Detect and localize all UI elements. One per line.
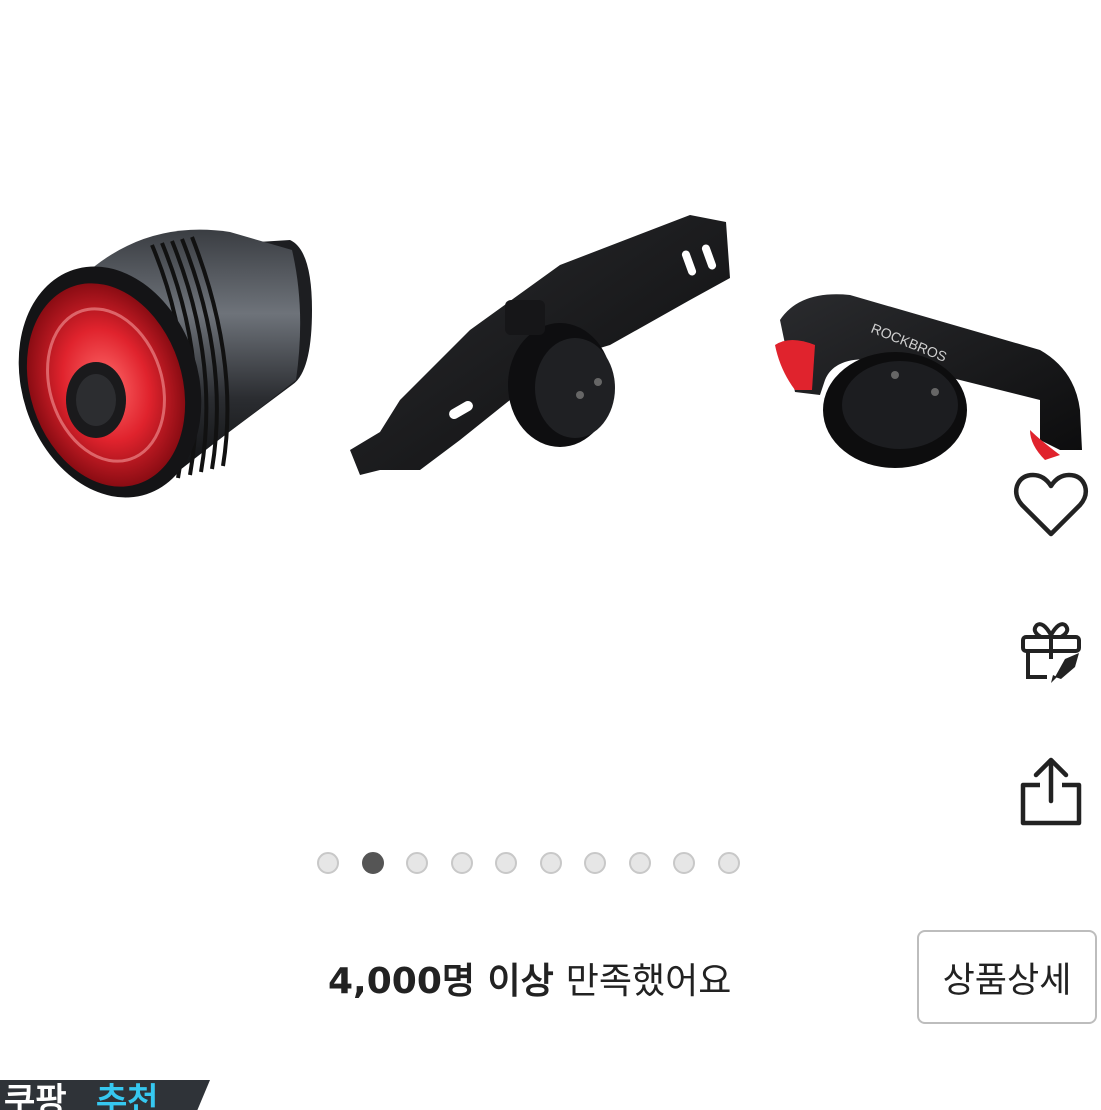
- carousel-dot[interactable]: [317, 852, 339, 874]
- coupang-recommend-badge: 쿠팡 추천: [0, 1080, 210, 1110]
- product-image[interactable]: ROCKBROS: [0, 0, 1101, 840]
- strap-bracket: [350, 215, 730, 475]
- carousel-dot[interactable]: [450, 852, 473, 874]
- carousel-dot[interactable]: [628, 852, 651, 874]
- satisfied-label: 만족했어요: [565, 961, 732, 1002]
- carousel-dot[interactable]: [361, 852, 384, 874]
- carousel-dot[interactable]: [406, 852, 428, 874]
- satisfied-count: 4,000명 이상: [328, 961, 554, 1002]
- product-detail-button[interactable]: 상품상세: [917, 930, 1097, 1024]
- gift-rocket-icon: [1021, 622, 1081, 683]
- gift-button[interactable]: [1001, 601, 1101, 701]
- heart-icon: [1013, 472, 1089, 537]
- badge-part2: 추천: [96, 1081, 159, 1110]
- rail-bracket: ROCKBROS: [775, 294, 1082, 468]
- taillight: [18, 229, 312, 498]
- carousel-pagination: [317, 852, 740, 878]
- floating-actions: [1001, 455, 1101, 855]
- share-button[interactable]: [1001, 741, 1101, 841]
- badge-part1: 쿠팡: [4, 1081, 67, 1110]
- carousel-dot[interactable]: [495, 852, 517, 874]
- share-icon: [1020, 757, 1082, 826]
- wishlist-button[interactable]: [1001, 455, 1101, 555]
- product-photo: ROCKBROS: [18, 215, 1082, 498]
- carousel-dot[interactable]: [539, 852, 562, 874]
- carousel-dot[interactable]: [584, 852, 606, 874]
- carousel-dot[interactable]: [673, 852, 695, 874]
- carousel-dot[interactable]: [717, 852, 740, 874]
- satisfaction-summary: 4,000명 이상 만족했어요: [328, 950, 731, 1006]
